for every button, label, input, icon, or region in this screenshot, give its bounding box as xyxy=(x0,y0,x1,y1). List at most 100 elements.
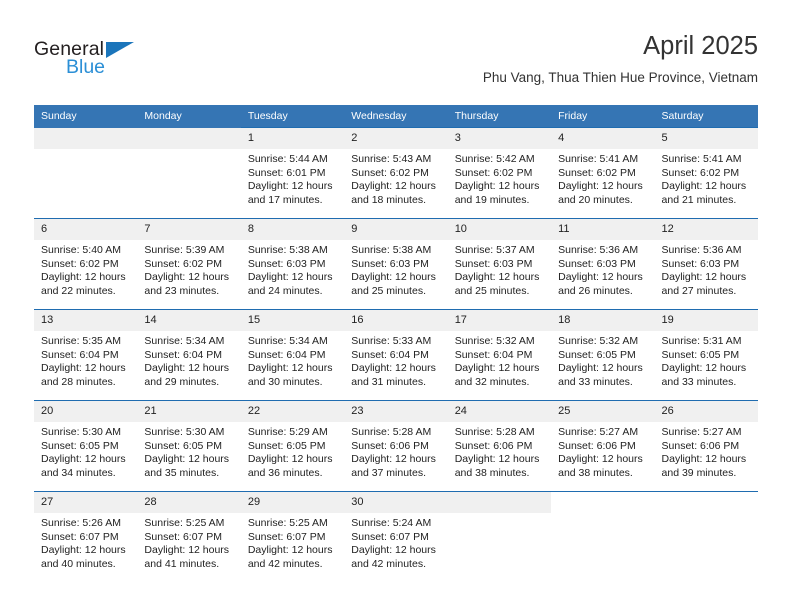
day-details: Sunrise: 5:39 AM Sunset: 6:02 PM Dayligh… xyxy=(137,240,240,299)
sunrise-text: Sunrise: 5:27 AM xyxy=(558,426,639,438)
sunrise-text: Sunrise: 5:44 AM xyxy=(247,153,328,165)
day-number: 16 xyxy=(344,310,448,331)
day-cell[interactable]: 24 Sunrise: 5:28 AM Sunset: 6:06 PM Dayl… xyxy=(447,400,552,492)
daylight-text-line1: Daylight: 12 hours xyxy=(454,180,540,193)
day-cell[interactable]: 30 Sunrise: 5:24 AM Sunset: 6:07 PM Dayl… xyxy=(344,491,448,582)
daylight-text-line1: Daylight: 12 hours xyxy=(558,362,643,375)
day-number: 17 xyxy=(447,310,552,331)
day-number: 4 xyxy=(551,128,655,149)
day-cell[interactable]: 1 Sunrise: 5:44 AM Sunset: 6:01 PM Dayli… xyxy=(240,127,345,219)
sunset-text: Sunset: 6:03 PM xyxy=(351,257,429,270)
sunrise-text: Sunrise: 5:37 AM xyxy=(454,244,535,256)
sunrise-text: Sunrise: 5:25 AM xyxy=(247,517,328,529)
day-details: Sunrise: 5:41 AM Sunset: 6:02 PM Dayligh… xyxy=(551,149,654,208)
day-cell[interactable]: 27 Sunrise: 5:26 AM Sunset: 6:07 PM Dayl… xyxy=(34,491,138,582)
day-cell[interactable]: 10 Sunrise: 5:37 AM Sunset: 6:03 PM Dayl… xyxy=(447,218,552,310)
day-details xyxy=(137,149,240,153)
daylight-text-line2: and 20 minutes. xyxy=(558,194,633,207)
day-number: 21 xyxy=(137,401,241,422)
day-number: 13 xyxy=(34,310,138,331)
day-cell[interactable]: 6 Sunrise: 5:40 AM Sunset: 6:02 PM Dayli… xyxy=(34,218,138,310)
day-cell[interactable]: 16 Sunrise: 5:33 AM Sunset: 6:04 PM Dayl… xyxy=(344,309,448,401)
day-cell[interactable]: 25 Sunrise: 5:27 AM Sunset: 6:06 PM Dayl… xyxy=(551,400,655,492)
daylight-text-line1: Daylight: 12 hours xyxy=(454,271,540,284)
day-cell[interactable]: 11 Sunrise: 5:36 AM Sunset: 6:03 PM Dayl… xyxy=(551,218,655,310)
day-details: Sunrise: 5:28 AM Sunset: 6:06 PM Dayligh… xyxy=(448,422,551,481)
day-cell[interactable]: 21 Sunrise: 5:30 AM Sunset: 6:05 PM Dayl… xyxy=(137,400,241,492)
day-cell[interactable]: 14 Sunrise: 5:34 AM Sunset: 6:04 PM Dayl… xyxy=(137,309,241,401)
daylight-text-line2: and 40 minutes. xyxy=(41,558,116,571)
day-cell[interactable]: 17 Sunrise: 5:32 AM Sunset: 6:04 PM Dayl… xyxy=(447,309,552,401)
day-number: 3 xyxy=(447,128,552,149)
daylight-text-line1: Daylight: 12 hours xyxy=(661,453,747,466)
day-cell[interactable]: 8 Sunrise: 5:38 AM Sunset: 6:03 PM Dayli… xyxy=(240,218,345,310)
sunset-text: Sunset: 6:03 PM xyxy=(558,257,636,270)
daylight-text-line2: and 31 minutes. xyxy=(351,376,426,389)
day-details: Sunrise: 5:37 AM Sunset: 6:03 PM Dayligh… xyxy=(448,240,551,299)
day-number: 24 xyxy=(447,401,552,422)
daylight-text-line1: Daylight: 12 hours xyxy=(454,362,540,375)
daylight-text-line1: Daylight: 12 hours xyxy=(41,362,126,375)
daylight-text-line2: and 28 minutes. xyxy=(41,376,116,389)
day-cell[interactable]: 22 Sunrise: 5:29 AM Sunset: 6:05 PM Dayl… xyxy=(240,400,345,492)
day-cell[interactable]: 15 Sunrise: 5:34 AM Sunset: 6:04 PM Dayl… xyxy=(240,309,345,401)
daylight-text-line2: and 26 minutes. xyxy=(558,285,633,298)
sunrise-text: Sunrise: 5:30 AM xyxy=(41,426,121,438)
sunset-text: Sunset: 6:04 PM xyxy=(41,348,119,361)
day-cell[interactable]: 19 Sunrise: 5:31 AM Sunset: 6:05 PM Dayl… xyxy=(654,309,758,401)
daylight-text-line1: Daylight: 12 hours xyxy=(247,271,333,284)
sunrise-text: Sunrise: 5:33 AM xyxy=(351,335,432,347)
day-cell[interactable] xyxy=(34,127,138,219)
day-details: Sunrise: 5:36 AM Sunset: 6:03 PM Dayligh… xyxy=(551,240,654,299)
day-cell[interactable] xyxy=(654,491,758,582)
day-cell[interactable]: 3 Sunrise: 5:42 AM Sunset: 6:02 PM Dayli… xyxy=(447,127,552,219)
day-cell[interactable]: 12 Sunrise: 5:36 AM Sunset: 6:03 PM Dayl… xyxy=(654,218,758,310)
day-number: 9 xyxy=(344,219,448,240)
day-cell[interactable]: 4 Sunrise: 5:41 AM Sunset: 6:02 PM Dayli… xyxy=(551,127,655,219)
logo-text-blue: Blue xyxy=(66,56,106,78)
sunset-text: Sunset: 6:02 PM xyxy=(661,166,740,179)
daylight-text-line1: Daylight: 12 hours xyxy=(247,362,333,375)
day-cell[interactable]: 23 Sunrise: 5:28 AM Sunset: 6:06 PM Dayl… xyxy=(344,400,448,492)
sunrise-text: Sunrise: 5:36 AM xyxy=(661,244,742,256)
day-cell[interactable]: 13 Sunrise: 5:35 AM Sunset: 6:04 PM Dayl… xyxy=(34,309,138,401)
daylight-text-line2: and 18 minutes. xyxy=(351,194,426,207)
day-cell[interactable]: 7 Sunrise: 5:39 AM Sunset: 6:02 PM Dayli… xyxy=(137,218,241,310)
day-details: Sunrise: 5:27 AM Sunset: 6:06 PM Dayligh… xyxy=(551,422,654,481)
sunrise-text: Sunrise: 5:34 AM xyxy=(247,335,328,347)
day-cell[interactable]: 20 Sunrise: 5:30 AM Sunset: 6:05 PM Dayl… xyxy=(34,400,138,492)
day-details: Sunrise: 5:42 AM Sunset: 6:02 PM Dayligh… xyxy=(448,149,551,208)
day-cell[interactable] xyxy=(447,491,552,582)
daylight-text-line2: and 25 minutes. xyxy=(454,285,530,298)
sunrise-text: Sunrise: 5:28 AM xyxy=(454,426,535,438)
day-cell[interactable]: 2 Sunrise: 5:43 AM Sunset: 6:02 PM Dayli… xyxy=(344,127,448,219)
day-cell[interactable] xyxy=(551,491,655,582)
day-cell[interactable]: 28 Sunrise: 5:25 AM Sunset: 6:07 PM Dayl… xyxy=(137,491,241,582)
daylight-text-line2: and 35 minutes. xyxy=(144,467,220,480)
day-number: 29 xyxy=(240,492,345,513)
daylight-text-line2: and 33 minutes. xyxy=(558,376,633,389)
day-cell[interactable]: 26 Sunrise: 5:27 AM Sunset: 6:06 PM Dayl… xyxy=(654,400,758,492)
day-number: 22 xyxy=(240,401,345,422)
day-details: Sunrise: 5:31 AM Sunset: 6:05 PM Dayligh… xyxy=(655,331,758,390)
location-subtitle: Phu Vang, Thua Thien Hue Province, Vietn… xyxy=(482,70,758,85)
daylight-text-line1: Daylight: 12 hours xyxy=(144,544,230,557)
general-blue-logo[interactable]: General Blue xyxy=(34,38,214,88)
daylight-text-line1: Daylight: 12 hours xyxy=(558,453,643,466)
calendar-page: General Blue April 2025 Phu Vang, Thua T… xyxy=(0,0,792,612)
day-number: 14 xyxy=(137,310,241,331)
sunset-text: Sunset: 6:05 PM xyxy=(144,439,223,452)
day-number: 12 xyxy=(654,219,758,240)
daylight-text-line2: and 38 minutes. xyxy=(454,467,530,480)
daylight-text-line2: and 25 minutes. xyxy=(351,285,426,298)
day-cell[interactable]: 18 Sunrise: 5:32 AM Sunset: 6:05 PM Dayl… xyxy=(551,309,655,401)
daylight-text-line2: and 41 minutes. xyxy=(144,558,220,571)
day-cell[interactable]: 29 Sunrise: 5:25 AM Sunset: 6:07 PM Dayl… xyxy=(240,491,345,582)
daylight-text-line2: and 24 minutes. xyxy=(247,285,323,298)
sunset-text: Sunset: 6:02 PM xyxy=(144,257,223,270)
day-details: Sunrise: 5:28 AM Sunset: 6:06 PM Dayligh… xyxy=(344,422,447,481)
day-cell[interactable]: 5 Sunrise: 5:41 AM Sunset: 6:02 PM Dayli… xyxy=(654,127,758,219)
day-cell[interactable] xyxy=(137,127,241,219)
sunset-text: Sunset: 6:05 PM xyxy=(247,439,326,452)
day-cell[interactable]: 9 Sunrise: 5:38 AM Sunset: 6:03 PM Dayli… xyxy=(344,218,448,310)
